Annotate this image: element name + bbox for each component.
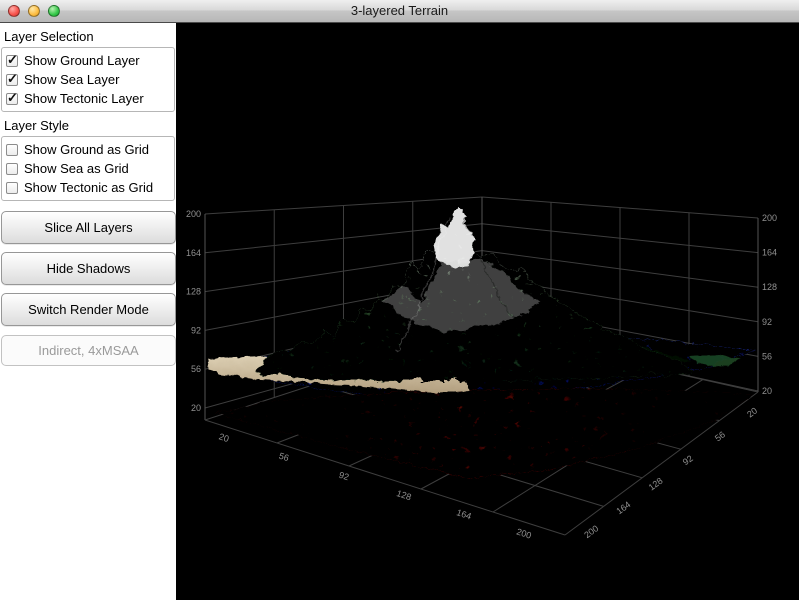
checkbox-label: Show Sea as Grid [24,161,129,176]
svg-text:92: 92 [681,453,695,467]
show-tectonic-as-grid-checkbox[interactable] [6,181,18,194]
svg-text:128: 128 [647,476,665,493]
svg-text:92: 92 [191,325,201,335]
terrain-3d-view[interactable]: 2001641289256202001641289256202056921281… [177,23,799,600]
layer-selection-panel: Show Ground Layer Show Sea Layer Show Te… [1,47,175,112]
checkbox-label: Show Tectonic Layer [24,91,144,106]
close-button[interactable] [8,5,20,17]
svg-text:200: 200 [762,213,777,223]
window-content: Layer Selection Show Ground Layer Show S… [0,23,799,600]
svg-text:200: 200 [186,209,201,219]
render-viewport: 200 164 128 92 56 20 200 164 128 92 56 20 20 56 92 128 1… [177,23,799,600]
checkbox-row-show-sea-layer[interactable]: Show Sea Layer [6,70,170,89]
svg-text:200: 200 [582,523,600,540]
svg-text:164: 164 [455,507,472,521]
svg-text:20: 20 [762,386,772,396]
minimize-button[interactable] [28,5,40,17]
titlebar[interactable]: 3-layered Terrain [0,0,799,23]
svg-text:20: 20 [745,406,759,420]
checkbox-label: Show Sea Layer [24,72,120,87]
show-ground-layer-checkbox[interactable] [6,52,18,68]
svg-text:56: 56 [278,451,291,464]
svg-text:128: 128 [395,488,412,502]
svg-text:164: 164 [762,248,777,258]
svg-text:92: 92 [762,317,772,327]
slice-all-layers-button[interactable]: Slice All Layers [1,211,176,244]
traffic-lights [8,5,60,17]
checkbox-row-show-ground-layer[interactable]: Show Ground Layer [6,51,170,70]
render-mode-status: Indirect, 4xMSAA [1,335,176,366]
checkbox-row-show-sea-as-grid[interactable]: Show Sea as Grid [6,159,170,178]
terrain-layers [206,205,755,477]
svg-text:128: 128 [762,282,777,292]
control-sidebar: Layer Selection Show Ground Layer Show S… [0,23,177,600]
checkbox-label: Show Tectonic as Grid [24,180,154,195]
layer-style-panel: Show Ground as Grid Show Sea as Grid Sho… [1,136,175,201]
window-title: 3-layered Terrain [350,3,449,18]
show-ground-as-grid-checkbox[interactable] [6,143,18,156]
checkbox-row-show-tectonic-layer[interactable]: Show Tectonic Layer [6,89,170,108]
svg-text:56: 56 [762,351,772,361]
checkbox-label: Show Ground as Grid [24,142,150,157]
svg-text:164: 164 [186,248,201,258]
zoom-button[interactable] [48,5,60,17]
layer-style-heading: Layer Style [4,118,70,133]
svg-text:20: 20 [191,403,201,413]
show-sea-layer-checkbox[interactable] [6,71,18,87]
checkbox-row-show-ground-as-grid[interactable]: Show Ground as Grid [6,140,170,159]
hide-shadows-button[interactable]: Hide Shadows [1,252,176,285]
switch-render-mode-button[interactable]: Switch Render Mode [1,293,176,326]
svg-text:56: 56 [191,364,201,374]
layer-selection-heading: Layer Selection [4,29,94,44]
svg-text:56: 56 [713,429,727,443]
svg-text:92: 92 [338,470,351,483]
svg-text:200: 200 [515,526,532,540]
show-tectonic-layer-checkbox[interactable] [6,90,18,106]
app-window: 3-layered Terrain Layer Selection Show G… [0,0,799,600]
show-sea-as-grid-checkbox[interactable] [6,162,18,175]
svg-text:128: 128 [186,287,201,297]
checkbox-row-show-tectonic-as-grid[interactable]: Show Tectonic as Grid [6,178,170,197]
svg-text:164: 164 [614,499,632,516]
checkbox-label: Show Ground Layer [24,53,140,68]
svg-text:20: 20 [218,431,231,444]
